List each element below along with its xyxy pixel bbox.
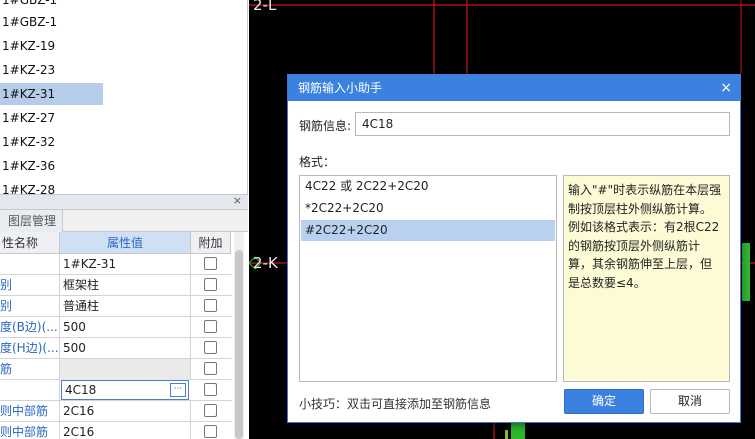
table-row[interactable]: 1#KZ-31 — [0, 254, 232, 275]
property-value[interactable]: 500 — [60, 317, 191, 338]
property-name — [0, 380, 60, 401]
panel-tabs: 图层管理 — [0, 210, 248, 232]
format-item-selected[interactable]: #2C22+2C20 — [301, 220, 555, 241]
column-block — [742, 243, 750, 301]
list-item[interactable]: 1#KZ-36 — [0, 155, 55, 177]
vertical-scrollbar[interactable] — [234, 232, 244, 439]
tab-layer-management[interactable]: 图层管理 — [0, 210, 64, 232]
ok-button[interactable]: 确定 — [564, 389, 644, 414]
editor-value: 4C18 — [65, 383, 97, 397]
property-name: 度(B边)(... — [0, 317, 60, 338]
table-row[interactable]: 度(H边)(... 500 — [0, 338, 232, 359]
list-item[interactable]: 1#GBZ-1 — [0, 0, 57, 11]
axis-label: 2-L — [253, 0, 277, 14]
note-line: 算，其余钢筋伸至上层，但 — [568, 257, 713, 271]
property-name: 度(H边)(... — [0, 338, 60, 359]
property-value[interactable]: 框架柱 — [60, 275, 191, 296]
format-label: 格式： — [299, 155, 336, 169]
note-line: 制按顶层柱外侧纵筋计算。 — [568, 201, 713, 216]
rebar-input-dialog: 钢筋输入小助手 × 钢筋信息: 4C18 格式： 4C22 或 2C22+2C2… — [287, 74, 741, 423]
table-row[interactable]: 则中部筋 2C16 — [0, 401, 232, 422]
close-icon[interactable]: × — [720, 75, 732, 101]
format-description: 输入"#"时表示纵筋在本层强 制按顶层柱外侧纵筋计算。 例如该格式表示：有2根C… — [563, 175, 730, 382]
element-list: 1#GBZ-1 1#GBZ-1 1#KZ-19 1#KZ-23 1#KZ-31 … — [0, 0, 248, 194]
column-block — [511, 423, 525, 439]
property-value[interactable] — [60, 359, 191, 380]
property-value[interactable]: 1#KZ-31 — [60, 254, 191, 275]
list-item[interactable]: 1#KZ-23 — [0, 59, 55, 81]
table-row[interactable]: 4C18 ··· — [0, 380, 232, 401]
ellipsis-button[interactable]: ··· — [170, 383, 186, 397]
extra-checkbox[interactable] — [204, 383, 217, 396]
table-row[interactable]: 筋 — [0, 359, 232, 380]
table-row[interactable]: 别 框架柱 — [0, 275, 232, 296]
rebar-info-input[interactable]: 4C18 — [355, 112, 730, 136]
extra-checkbox[interactable] — [204, 299, 217, 312]
list-item[interactable]: 1#KZ-28 — [0, 179, 55, 194]
property-value[interactable]: 普通柱 — [60, 296, 191, 317]
extra-checkbox[interactable] — [204, 278, 217, 291]
list-item[interactable]: 1#KZ-32 — [0, 131, 55, 153]
extra-checkbox[interactable] — [204, 404, 217, 417]
property-value[interactable]: 500 — [60, 338, 191, 359]
property-name: 别 — [0, 275, 60, 296]
scrollbar-thumb[interactable] — [235, 250, 243, 439]
property-value[interactable]: 2C16 — [60, 422, 191, 439]
list-item[interactable]: 1#KZ-19 — [0, 35, 55, 57]
property-value-editor[interactable]: 4C18 ··· — [61, 380, 189, 400]
extra-checkbox[interactable] — [204, 341, 217, 354]
note-line: 是总数要≤4。 — [568, 275, 646, 290]
dialog-title: 钢筋输入小助手 — [288, 75, 740, 101]
property-grid: 性名称 属性值 附加 1#KZ-31 别 框架柱 别 普通柱 度(B边)(...… — [0, 232, 248, 439]
format-item[interactable]: *2C22+2C20 — [301, 198, 555, 219]
extra-checkbox[interactable] — [204, 320, 217, 333]
format-list[interactable]: 4C22 或 2C22+2C20 *2C22+2C20 #2C22+2C20 — [299, 175, 557, 382]
property-name: 别 — [0, 296, 60, 317]
table-row[interactable]: 则中部筋 2C16 — [0, 422, 232, 439]
close-icon[interactable]: × — [233, 194, 242, 207]
note-line: 输入"#"时表示纵筋在本层强 — [568, 183, 722, 197]
extra-checkbox[interactable] — [204, 257, 217, 270]
column-header-extra: 附加 — [191, 232, 231, 254]
list-item[interactable]: 1#GBZ-1 — [0, 11, 57, 33]
property-name: 则中部筋 — [0, 401, 60, 422]
format-item[interactable]: 4C22 或 2C22+2C20 — [301, 176, 555, 197]
extra-checkbox[interactable] — [204, 362, 217, 375]
table-row[interactable]: 别 普通柱 — [0, 296, 232, 317]
column-header-value: 属性值 — [60, 232, 191, 254]
extra-checkbox[interactable] — [204, 425, 217, 438]
property-name: 则中部筋 — [0, 422, 60, 439]
property-value[interactable]: 2C16 — [60, 401, 191, 422]
note-line: 的钢筋按顶层外侧纵筋计 — [568, 238, 701, 253]
tip-text: 小技巧：双击可直接添加至钢筋信息 — [299, 397, 492, 411]
cancel-button[interactable]: 取消 — [650, 389, 730, 414]
axis-label: 2-K — [253, 254, 278, 272]
table-row[interactable]: 度(B边)(... 500 — [0, 317, 232, 338]
rebar-info-label: 钢筋信息: — [299, 119, 352, 133]
list-item-selected[interactable]: 1#KZ-31 — [0, 83, 103, 105]
list-item[interactable]: 1#KZ-27 — [0, 107, 55, 129]
property-name — [0, 254, 60, 275]
column-header-name: 性名称 — [0, 232, 60, 254]
note-line: 例如该格式表示：有2根C22 — [568, 220, 720, 234]
property-name: 筋 — [0, 359, 60, 380]
panel-header: × — [0, 194, 248, 210]
